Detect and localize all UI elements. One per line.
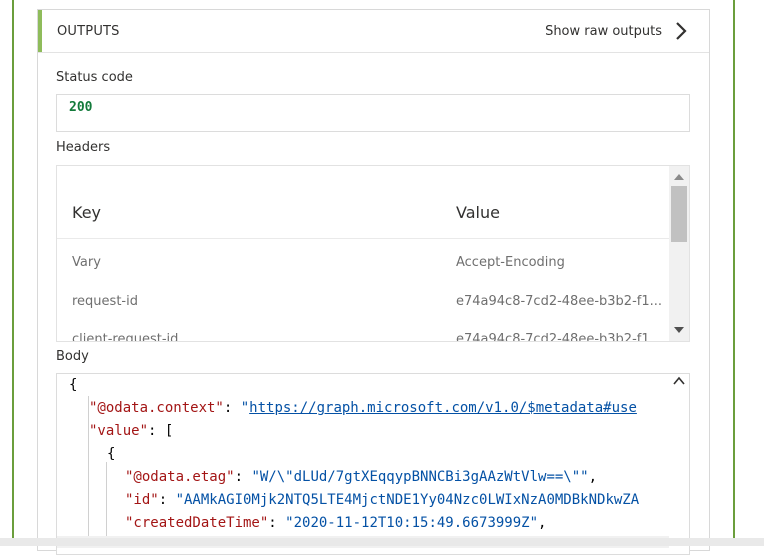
table-row: request-id e74a94c8-7cd2-48ee-b3b2-f1... [57,284,669,322]
code-line: "@odata.context": "https://graph.microso… [89,400,637,416]
column-header-value: Value [456,203,500,222]
header-value: Accept-Encoding [456,255,565,270]
indent-guide [106,462,107,544]
header-key: Vary [72,255,101,270]
chevron-right-icon [676,22,687,40]
header-key: client-request-id [72,332,179,342]
card-left-border [12,0,14,546]
outputs-header: OUTPUTS Show raw outputs [38,10,709,53]
card-right-border [733,0,735,546]
table-row: Vary Accept-Encoding [57,245,669,283]
status-code-value: 200 [69,100,93,115]
body-label: Body [56,349,89,364]
code-line: { [69,377,78,393]
headers-scroll-thumb[interactable] [671,186,687,242]
status-code-label: Status code [56,70,133,85]
headers-table: Key Value Vary Accept-Encoding request-i… [56,165,690,342]
json-code: { "@odata.context": "https://graph.micro… [57,374,669,544]
body-code-viewer[interactable]: { "@odata.context": "https://graph.micro… [56,373,690,555]
column-header-key: Key [72,203,102,222]
show-raw-outputs-button[interactable]: Show raw outputs [539,10,709,52]
show-raw-outputs-label: Show raw outputs [545,24,662,39]
scroll-up-arrow-icon[interactable] [674,174,684,180]
code-line: "id": "AAMkAGI0Mjk2NTQ5LTE4MjctNDE1Yy04N… [125,492,640,508]
headers-label: Headers [56,140,111,155]
header-value: e74a94c8-7cd2-48ee-b3b2-f1... [456,294,663,309]
status-code-box: 200 [56,94,690,132]
table-row: client-request-id e74a94c8-7cd2-48ee-b3b… [57,322,669,342]
headers-scrollbar[interactable] [669,166,689,341]
indent-guide [88,396,89,544]
chevron-up-icon[interactable] [673,376,685,386]
header-accent-bar [38,10,42,52]
outputs-panel: OUTPUTS Show raw outputs Status code 200… [37,9,710,555]
code-line: "value": [ [89,423,174,439]
page-bottom-edge [0,538,764,546]
code-line: { [107,446,116,462]
code-line: "@odata.etag": "W/\"dLUd/7gtXEqqypBNNCBi… [125,469,598,485]
code-line: "createdDateTime": "2020-11-12T10:15:49.… [125,515,547,531]
context-url-link[interactable]: https://graph.microsoft.com/v1.0/$metada… [249,400,637,416]
header-divider [57,238,669,239]
scroll-down-arrow-icon[interactable] [674,327,684,333]
outputs-title: OUTPUTS [57,24,120,39]
header-value: e74a94c8-7cd2-48ee-b3b2-f1... [456,332,663,342]
header-key: request-id [72,294,138,309]
body-vertical-scrollbar[interactable] [669,374,689,554]
